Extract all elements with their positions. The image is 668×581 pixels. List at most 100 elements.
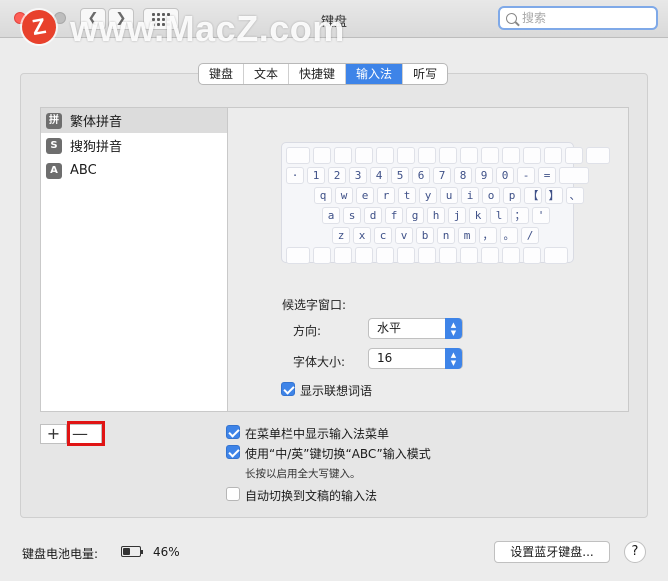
- tab-input-sources[interactable]: 输入法: [346, 64, 404, 84]
- keyboard-key: -: [517, 167, 535, 184]
- list-item[interactable]: S 搜狗拼音: [41, 133, 227, 158]
- keyboard-key: m: [458, 227, 476, 244]
- font-size-label: 字体大小:: [293, 355, 346, 369]
- keyboard-key: [397, 147, 415, 164]
- keyboard-key: 】: [545, 187, 563, 204]
- show-menu-checkbox[interactable]: [226, 425, 240, 439]
- keyboard-key: k: [469, 207, 487, 224]
- keyboard-key: 8: [454, 167, 472, 184]
- keyboard-key: n: [437, 227, 455, 244]
- auto-switch-checkbox[interactable]: [226, 487, 240, 501]
- keyboard-key: [460, 247, 478, 264]
- battery-fill: [123, 548, 131, 555]
- battery-icon: [121, 546, 143, 557]
- keyboard-key: [286, 247, 310, 264]
- tab-shortcuts[interactable]: 快捷键: [289, 64, 347, 84]
- keyboard-key: v: [395, 227, 413, 244]
- keyboard-key: [376, 247, 394, 264]
- keyboard-key: a: [322, 207, 340, 224]
- keyboard-key: 9: [475, 167, 493, 184]
- keyboard-key: [355, 247, 373, 264]
- switch-abc-checkbox[interactable]: [226, 445, 240, 459]
- keyboard-key: [523, 247, 541, 264]
- tab-keyboard[interactable]: 键盘: [199, 64, 245, 84]
- show-assoc-label: 显示联想词语: [300, 384, 373, 398]
- keyboard-key: i: [461, 187, 479, 204]
- keyboard-key: [286, 147, 310, 164]
- tab-bar: 键盘 文本 快捷键 输入法 听写: [198, 63, 449, 85]
- list-item[interactable]: A ABC: [41, 158, 227, 183]
- keyboard-key: 5: [391, 167, 409, 184]
- keyboard-key: [586, 147, 610, 164]
- updown-chevron-icon: ▲ ▼: [445, 348, 462, 369]
- keyboard-key: [481, 247, 499, 264]
- keyboard-key: [523, 147, 541, 164]
- keyboard-key: t: [398, 187, 416, 204]
- list-item-label: 搜狗拼音: [70, 140, 123, 155]
- keyboard-layout-preview: · 1 2 3 4 5 6 7 8 9 0- = q w e r t y u i o p 【】、 a s d f g h j k l； ' z x…: [281, 142, 610, 264]
- show-menu-label: 在菜单栏中显示输入法菜单: [245, 427, 390, 441]
- keyboard-key: 1: [307, 167, 325, 184]
- keyboard-row: z x c v b n m，。 /: [286, 227, 569, 244]
- keyboard-key: [559, 167, 589, 184]
- font-size-popup[interactable]: 16 ▲ ▼: [368, 348, 463, 369]
- annotation-highlight-box: [67, 421, 105, 446]
- keyboard-key: [502, 147, 520, 164]
- keyboard-row: · 1 2 3 4 5 6 7 8 9 0- =: [286, 167, 589, 184]
- keyboard-key: /: [521, 227, 539, 244]
- keyboard-key: 3: [349, 167, 367, 184]
- keyboard-key: [313, 147, 331, 164]
- tab-text[interactable]: 文本: [244, 64, 290, 84]
- show-assoc-checkbox[interactable]: [281, 382, 295, 396]
- help-button[interactable]: ?: [624, 541, 646, 563]
- updown-chevron-icon: ▲ ▼: [445, 318, 462, 339]
- keyboard-key: [334, 247, 352, 264]
- pinyin-icon: 拼: [46, 112, 62, 129]
- keyboard-key: 4: [370, 167, 388, 184]
- keyboard-key: 7: [433, 167, 451, 184]
- keyboard-key: [502, 247, 520, 264]
- keyboard-key: y: [419, 187, 437, 204]
- battery-percent: 46%: [153, 545, 180, 559]
- keyboard-key: ': [532, 207, 550, 224]
- keyboard-key: [439, 247, 457, 264]
- search-icon: [506, 12, 517, 24]
- keyboard-key: q: [314, 187, 332, 204]
- keyboard-key: [355, 147, 373, 164]
- keyboard-row: a s d f g h j k l； ': [286, 207, 569, 224]
- keyboard-key: [418, 247, 436, 264]
- list-item-label: 繁体拼音: [70, 115, 123, 130]
- keyboard-key: [460, 147, 478, 164]
- direction-popup[interactable]: 水平 ▲ ▼: [368, 318, 463, 339]
- keyboard-key: [481, 147, 499, 164]
- switch-abc-label: 使用“中/英”键切换“ABC”输入模式: [245, 447, 431, 461]
- keyboard-key: =: [538, 167, 556, 184]
- keyboard-key: [313, 247, 331, 264]
- input-source-list: 拼 繁体拼音 S 搜狗拼音 A ABC: [40, 107, 227, 412]
- keyboard-key: g: [406, 207, 424, 224]
- tab-dictation[interactable]: 听写: [403, 64, 447, 84]
- keyboard-key: l: [490, 207, 508, 224]
- list-item-label: ABC: [70, 163, 97, 178]
- sogou-icon: S: [46, 137, 62, 154]
- font-size-value: 16: [377, 351, 393, 365]
- keyboard-key: [418, 147, 436, 164]
- search-field[interactable]: [498, 6, 658, 30]
- auto-switch-label: 自动切换到文稿的输入法: [245, 489, 378, 503]
- watermark-text: www.MacZ.com: [70, 8, 345, 49]
- keyboard-key: [544, 147, 562, 164]
- keyboard-key: ·: [286, 167, 304, 184]
- keyboard-row: [286, 147, 610, 164]
- search-input[interactable]: [522, 11, 642, 25]
- keyboard-key: 。: [500, 227, 518, 244]
- keyboard-key: c: [374, 227, 392, 244]
- direction-value: 水平: [377, 321, 402, 335]
- abc-icon: A: [46, 162, 62, 179]
- setup-bluetooth-keyboard-button[interactable]: 设置蓝牙键盘...: [494, 541, 610, 563]
- candidate-window-heading: 候选字窗口:: [282, 298, 347, 312]
- add-button[interactable]: +: [41, 425, 67, 443]
- list-item[interactable]: 拼 繁体拼音: [41, 108, 227, 133]
- keyboard-key: r: [377, 187, 395, 204]
- keyboard-key: [439, 147, 457, 164]
- keyboard-key: [334, 147, 352, 164]
